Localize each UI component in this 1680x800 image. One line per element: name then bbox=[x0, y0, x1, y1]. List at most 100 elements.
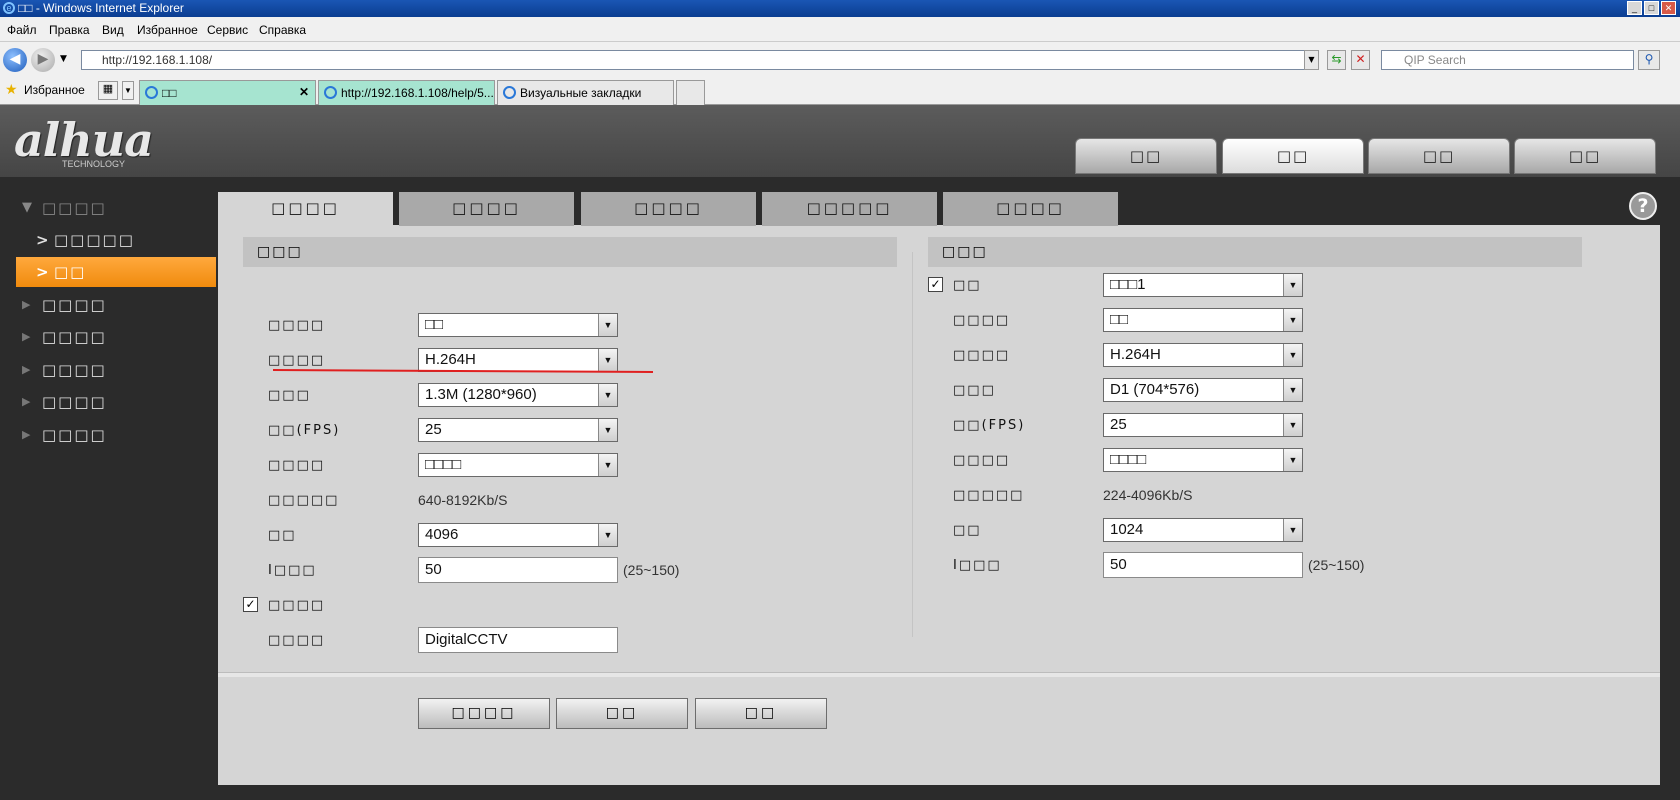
sub-iframe-input[interactable]: 50 bbox=[1103, 552, 1303, 578]
watermark-checkbox[interactable]: ✓ bbox=[243, 597, 258, 612]
main-field-label: □□(FPS) bbox=[268, 423, 341, 438]
sidebar-item-selected[interactable]: > □□ bbox=[16, 257, 216, 287]
main-resolution-select[interactable]: 1.3M (1280*960) ▼ bbox=[418, 383, 618, 407]
top-tab-1[interactable]: □□ bbox=[1075, 138, 1217, 174]
menu-help[interactable]: Справка bbox=[259, 23, 306, 37]
chevron-down-icon[interactable]: ▼ bbox=[1283, 449, 1303, 471]
browser-tab-bookmarks[interactable]: Визуальные закладки bbox=[497, 80, 674, 105]
new-tab-button[interactable] bbox=[676, 80, 705, 105]
sub-field-label: □□(FPS) bbox=[953, 418, 1026, 433]
sub-field-label: □□□□ bbox=[953, 453, 1011, 468]
search-icon[interactable]: ⚲ bbox=[1638, 50, 1660, 70]
menu-tools[interactable]: Сервис bbox=[207, 23, 248, 37]
main-field-label: □□□ bbox=[268, 388, 311, 403]
main-bitrate-type-select[interactable]: □□□□ ▼ bbox=[418, 453, 618, 477]
sub-bitrate-range: 224-4096Kb/S bbox=[1103, 487, 1193, 503]
menu-favorites[interactable]: Избранное bbox=[137, 23, 198, 37]
chevron-down-icon[interactable]: ▼ bbox=[1283, 379, 1303, 401]
chevron-down-icon[interactable]: ▼ bbox=[1283, 274, 1303, 296]
history-dropdown-icon[interactable]: ▼ bbox=[60, 54, 67, 64]
chevron-down-icon[interactable]: ▼ bbox=[1283, 344, 1303, 366]
sidebar-group-5[interactable]: ▶ □□□□ bbox=[0, 420, 218, 450]
sub-enable-checkbox[interactable]: ✓ bbox=[928, 277, 943, 292]
sidebar-group-open[interactable]: ▼ □□□□ bbox=[0, 193, 218, 223]
top-tab-3[interactable]: □□ bbox=[1368, 138, 1510, 174]
content-tab-2[interactable]: □□□□ bbox=[399, 192, 574, 226]
sidebar-group-3[interactable]: ▶ □□□□ bbox=[0, 355, 218, 385]
chevron-down-icon[interactable]: ▼ bbox=[1283, 309, 1303, 331]
sub-field-label: □□□ bbox=[953, 383, 996, 398]
sidebar-item-sub-1[interactable]: > □□□□□ bbox=[0, 225, 218, 255]
refresh-button[interactable]: □□ bbox=[556, 698, 688, 729]
menu-edit[interactable]: Правка bbox=[49, 23, 90, 37]
sub-fps-select[interactable]: 25 ▼ bbox=[1103, 413, 1303, 437]
tab-list-icon[interactable]: ▼ bbox=[122, 81, 134, 100]
minimize-button[interactable]: _ bbox=[1627, 1, 1642, 15]
top-tab-4[interactable]: □□ bbox=[1514, 138, 1656, 174]
top-tab-2[interactable]: □□ bbox=[1222, 138, 1364, 174]
sub-resolution-select[interactable]: D1 (704*576) ▼ bbox=[1103, 378, 1303, 402]
brand-logo-sub: TECHNOLOGY bbox=[62, 159, 126, 169]
collapsed-triangle-icon: ▶ bbox=[22, 298, 33, 311]
chevron-down-icon[interactable]: ▼ bbox=[1283, 414, 1303, 436]
sub-stream-select[interactable]: □□□1 ▼ bbox=[1103, 273, 1303, 297]
refresh-icon[interactable]: ⇆ bbox=[1327, 50, 1346, 70]
default-button[interactable]: □□□□ bbox=[418, 698, 550, 729]
chevron-down-icon[interactable]: ▼ bbox=[598, 524, 618, 546]
browser-tab-active[interactable]: □□ ✕ bbox=[139, 80, 316, 105]
main-encode-select[interactable]: H.264H ▼ bbox=[418, 348, 618, 372]
back-icon[interactable]: ◀ bbox=[3, 48, 27, 72]
sub-bitrate-select[interactable]: 1024 ▼ bbox=[1103, 518, 1303, 542]
sub-field-label: □□ bbox=[953, 523, 982, 538]
search-input[interactable]: QIP Search bbox=[1381, 50, 1634, 70]
sub-encode-select[interactable]: H.264H ▼ bbox=[1103, 343, 1303, 367]
chevron-down-icon[interactable]: ▼ bbox=[598, 349, 618, 371]
ie-page-icon bbox=[145, 86, 158, 99]
collapsed-triangle-icon: ▶ bbox=[22, 428, 33, 441]
ie-page-icon bbox=[324, 86, 337, 99]
quick-tabs-icon[interactable]: ▦ bbox=[98, 81, 118, 100]
main-stream-type-select[interactable]: □□ ▼ bbox=[418, 313, 618, 337]
maximize-button[interactable]: □ bbox=[1644, 1, 1659, 15]
sidebar-group-4[interactable]: ▶ □□□□ bbox=[0, 387, 218, 417]
column-divider bbox=[912, 252, 913, 637]
sidebar-group-2[interactable]: ▶ □□□□ bbox=[0, 322, 218, 352]
content-tab-4[interactable]: □□□□□ bbox=[762, 192, 937, 226]
chevron-down-icon[interactable]: ▼ bbox=[598, 454, 618, 476]
sidebar-group-1[interactable]: ▶ □□□□ bbox=[0, 290, 218, 320]
chevron-down-icon[interactable]: ▼ bbox=[1283, 519, 1303, 541]
main-bitrate-select[interactable]: 4096 ▼ bbox=[418, 523, 618, 547]
menu-file[interactable]: Файл bbox=[7, 23, 37, 37]
content-tab-1[interactable]: □□□□ bbox=[218, 192, 393, 226]
watermark-text-input[interactable]: DigitalCCTV bbox=[418, 627, 618, 653]
main-field-label: □□□□ bbox=[268, 353, 326, 368]
sub-bitrate-type-select[interactable]: □□□□ ▼ bbox=[1103, 448, 1303, 472]
url-input[interactable]: http://192.168.1.108/ bbox=[81, 50, 1319, 70]
chevron-down-icon[interactable]: ▼ bbox=[598, 419, 618, 441]
menu-view[interactable]: Вид bbox=[102, 23, 124, 37]
watermark-text-label: □□□□ bbox=[268, 633, 326, 648]
url-dropdown-icon[interactable]: ▼ bbox=[1304, 50, 1319, 70]
content-tab-5[interactable]: □□□□ bbox=[943, 192, 1118, 226]
main-fps-select[interactable]: 25 ▼ bbox=[418, 418, 618, 442]
collapsed-triangle-icon: ▶ bbox=[22, 395, 33, 408]
sub-field-label: □□□□ bbox=[953, 313, 1011, 328]
favorites-star-icon[interactable]: ★ bbox=[5, 81, 18, 98]
main-iframe-input[interactable]: 50 bbox=[418, 557, 618, 583]
sub-stream-header: □□□ bbox=[928, 237, 1582, 267]
close-button[interactable]: ✕ bbox=[1661, 1, 1676, 15]
help-icon[interactable]: ? bbox=[1629, 192, 1657, 220]
forward-icon[interactable]: ▶ bbox=[31, 48, 55, 72]
save-button[interactable]: □□ bbox=[695, 698, 827, 729]
content-tab-3[interactable]: □□□□ bbox=[581, 192, 756, 226]
footer-separator bbox=[218, 672, 1660, 677]
chevron-down-icon[interactable]: ▼ bbox=[598, 314, 618, 336]
stop-icon[interactable]: ✕ bbox=[1351, 50, 1370, 70]
favorites-label[interactable]: Избранное bbox=[24, 83, 85, 97]
window-titlebar: e □□ - Windows Internet Explorer _ □ ✕ bbox=[0, 0, 1680, 17]
browser-tab-help[interactable]: http://192.168.1.108/help/5... bbox=[318, 80, 495, 105]
main-field-label: □□□□ bbox=[268, 458, 326, 473]
close-tab-icon[interactable]: ✕ bbox=[299, 85, 309, 99]
sub-stream-type-select[interactable]: □□ ▼ bbox=[1103, 308, 1303, 332]
chevron-down-icon[interactable]: ▼ bbox=[598, 384, 618, 406]
